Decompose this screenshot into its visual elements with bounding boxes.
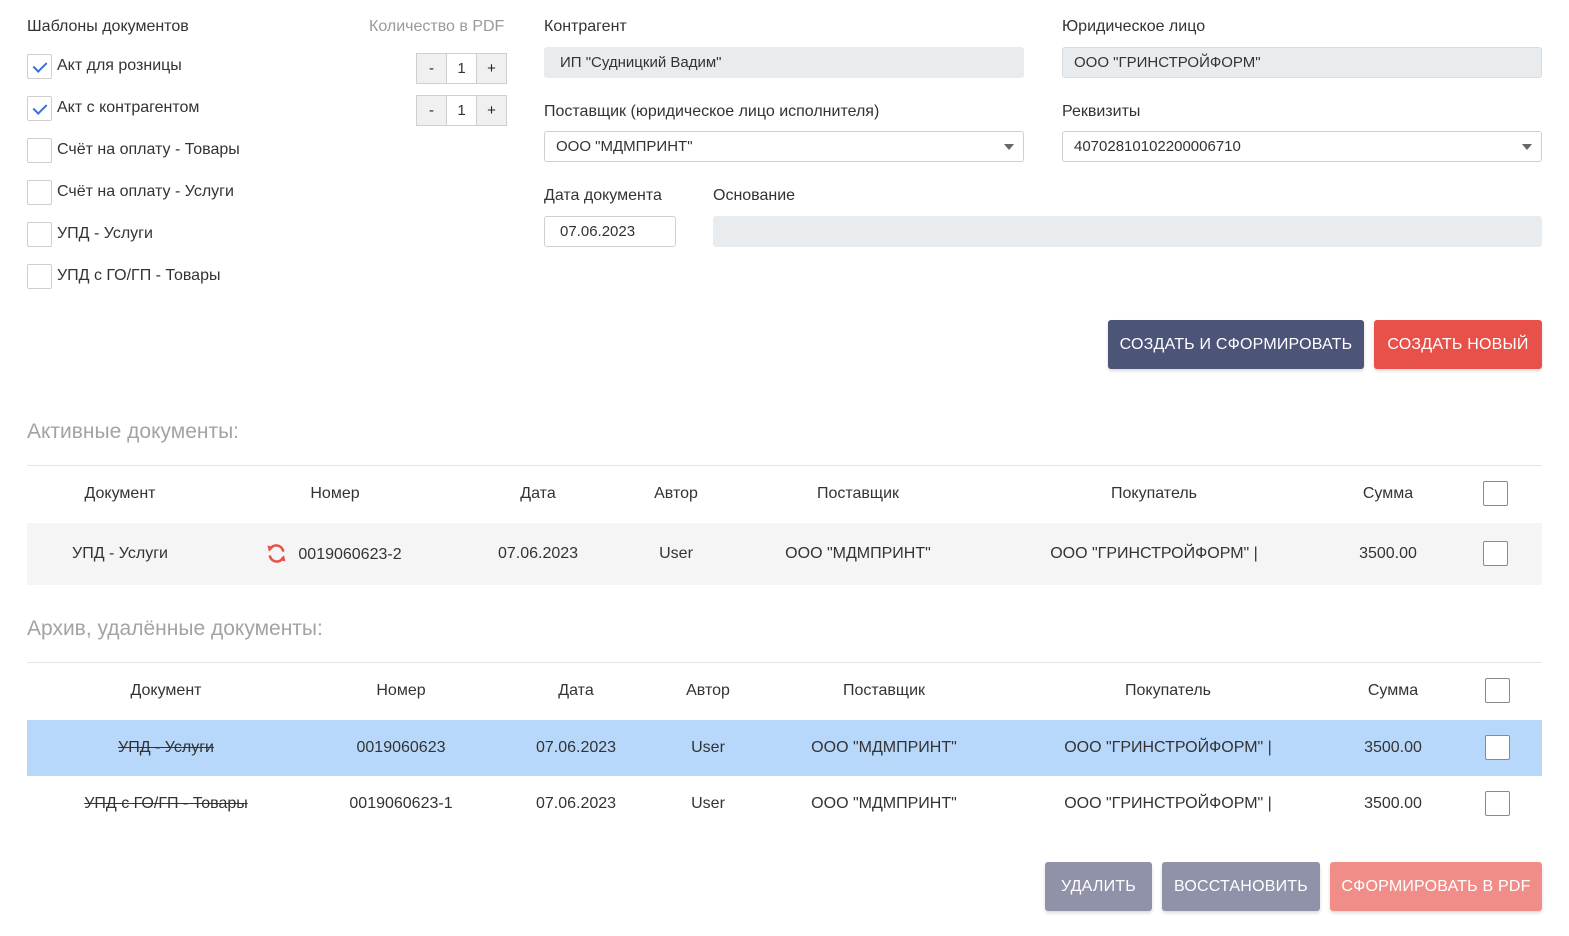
quantity-stepper: - 1 +	[416, 53, 507, 84]
template-label: Акт с контрагентом	[57, 99, 200, 116]
pdf-count-label: Количество в PDF	[369, 18, 505, 35]
column-header-buyer: Покупатель	[1111, 485, 1197, 502]
column-header-buyer: Покупатель	[1125, 682, 1211, 699]
active-documents-title: Активные документы:	[27, 420, 240, 443]
row-checkbox[interactable]	[1485, 735, 1510, 760]
legal-entity-field: ООО "ГРИНСТРОЙФОРМ"	[1062, 47, 1542, 78]
template-label: Счёт на оплату - Товары	[57, 141, 240, 158]
column-header-number: Номер	[376, 682, 426, 699]
create-new-button[interactable]: СОЗДАТЬ НОВЫЙ	[1374, 320, 1542, 369]
column-header-document: Документ	[130, 682, 202, 699]
template-item-act-counterparty[interactable]: Акт с контрагентом	[27, 95, 199, 121]
template-item-invoice-services[interactable]: Счёт на оплату - Услуги	[27, 179, 234, 205]
template-item-invoice-goods[interactable]: Счёт на оплату - Товары	[27, 137, 240, 163]
basis-label: Основание	[713, 187, 796, 204]
cell-number: 0019060623-1	[349, 795, 453, 812]
cell-buyer: ООО "ГРИНСТРОЙФОРМ" |	[1064, 795, 1272, 812]
row-checkbox[interactable]	[1483, 541, 1508, 566]
column-header-author: Автор	[686, 682, 730, 699]
select-all-active-checkbox[interactable]	[1483, 481, 1508, 506]
templates-title: Шаблоны документов	[27, 18, 189, 35]
template-item-upd-goods[interactable]: УПД с ГО/ГП - Товары	[27, 263, 220, 289]
quantity-value[interactable]: 1	[446, 96, 477, 125]
select-all-archive-checkbox[interactable]	[1485, 678, 1510, 703]
increment-button[interactable]: +	[477, 54, 506, 83]
requisites-select[interactable]: 40702810102200006710	[1062, 131, 1542, 162]
basis-field[interactable]	[713, 216, 1542, 247]
column-header-sum: Сумма	[1362, 485, 1414, 502]
counterparty-label: Контрагент	[544, 18, 627, 35]
create-and-form-button[interactable]: СОЗДАТЬ И СФОРМИРОВАТЬ	[1108, 320, 1364, 369]
column-header-date: Дата	[520, 485, 556, 502]
quantity-value[interactable]: 1	[446, 54, 477, 83]
cell-document: УПД - Услуги	[118, 739, 214, 756]
cell-sum: 3500.00	[1364, 739, 1422, 756]
decrement-button[interactable]: -	[417, 96, 446, 125]
template-checkbox[interactable]	[27, 221, 52, 247]
cell-author: User	[691, 739, 725, 756]
cell-author: User	[659, 545, 693, 562]
cell-document: УПД - Услуги	[72, 545, 168, 562]
cell-sum: 3500.00	[1359, 545, 1417, 562]
supplier-label: Поставщик (юридическое лицо исполнителя)	[544, 103, 880, 120]
requisites-select-value: 40702810102200006710	[1074, 138, 1241, 155]
template-item-act-retail[interactable]: Акт для розницы	[27, 53, 182, 79]
document-date-label: Дата документа	[544, 187, 662, 204]
row-checkbox[interactable]	[1485, 791, 1510, 816]
cell-author: User	[691, 795, 725, 812]
legal-entity-label: Юридическое лицо	[1062, 18, 1206, 35]
quantity-stepper: - 1 +	[416, 95, 507, 126]
column-header-author: Автор	[654, 485, 698, 502]
supplier-select[interactable]: ООО "МДМПРИНТ"	[544, 131, 1024, 162]
chevron-down-icon	[1522, 144, 1532, 150]
delete-button[interactable]: УДАЛИТЬ	[1045, 862, 1152, 911]
supplier-select-value: ООО "МДМПРИНТ"	[556, 138, 693, 155]
cell-supplier: ООО "МДМПРИНТ"	[811, 739, 957, 756]
column-header-sum: Сумма	[1367, 682, 1419, 699]
refresh-icon[interactable]	[266, 543, 287, 564]
decrement-button[interactable]: -	[417, 54, 446, 83]
archive-documents-title: Архив, удалённые документы:	[27, 617, 323, 640]
cell-document: УПД с ГО/ГП - Товары	[84, 795, 248, 812]
template-checkbox[interactable]	[27, 263, 52, 289]
increment-button[interactable]: +	[477, 96, 506, 125]
template-checkbox[interactable]	[27, 53, 52, 79]
cell-date: 07.06.2023	[535, 795, 617, 812]
cell-sum: 3500.00	[1364, 795, 1422, 812]
cell-number: 0019060623	[356, 739, 446, 756]
column-header-supplier: Поставщик	[816, 485, 900, 502]
counterparty-field: ИП "Судницкий Вадим"	[544, 47, 1024, 78]
form-pdf-button[interactable]: СФОРМИРОВАТЬ В PDF	[1330, 862, 1542, 911]
template-checkbox[interactable]	[27, 179, 52, 205]
template-label: УПД с ГО/ГП - Товары	[57, 267, 221, 284]
cell-number[interactable]: 0019060623-2	[298, 546, 401, 564]
column-header-number: Номер	[310, 485, 360, 502]
template-label: Счёт на оплату - Услуги	[57, 183, 234, 200]
column-header-supplier: Поставщик	[842, 682, 926, 699]
template-item-upd-services[interactable]: УПД - Услуги	[27, 221, 153, 247]
cell-date: 07.06.2023	[535, 739, 617, 756]
cell-date: 07.06.2023	[497, 545, 579, 562]
cell-buyer: ООО "ГРИНСТРОЙФОРМ" |	[1050, 545, 1258, 562]
column-header-document: Документ	[84, 485, 156, 502]
table-row-selected[interactable]	[27, 720, 1542, 776]
cell-supplier: ООО "МДМПРИНТ"	[811, 795, 957, 812]
template-label: Акт для розницы	[57, 57, 182, 74]
table-row[interactable]	[27, 776, 1542, 832]
divider	[27, 662, 1542, 663]
template-checkbox[interactable]	[27, 95, 52, 121]
template-checkbox[interactable]	[27, 137, 52, 163]
column-header-date: Дата	[558, 682, 594, 699]
cell-buyer: ООО "ГРИНСТРОЙФОРМ" |	[1064, 739, 1272, 756]
cell-supplier: ООО "МДМПРИНТ"	[785, 545, 931, 562]
template-label: УПД - Услуги	[57, 225, 153, 242]
restore-button[interactable]: ВОССТАНОВИТЬ	[1162, 862, 1320, 911]
requisites-label: Реквизиты	[1062, 103, 1141, 120]
document-date-input[interactable]: 07.06.2023	[544, 216, 676, 247]
divider	[27, 465, 1542, 466]
chevron-down-icon	[1004, 144, 1014, 150]
